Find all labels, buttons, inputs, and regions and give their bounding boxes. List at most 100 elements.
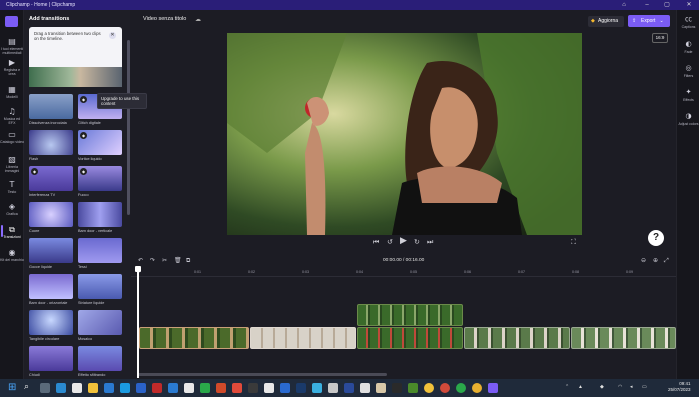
tray-icon[interactable]: ▲ [578, 384, 583, 390]
nav-item-transitions[interactable]: ⧉ Transizioni [0, 225, 24, 239]
forward-icon[interactable]: ↻ [414, 238, 420, 246]
search-icon[interactable]: ⌕ [24, 382, 29, 392]
app-icon[interactable] [200, 383, 210, 393]
app-icon[interactable] [312, 383, 322, 393]
timeline-scrollbar[interactable] [137, 373, 387, 376]
video-clip[interactable] [571, 327, 676, 349]
chrome-icon[interactable] [424, 383, 434, 393]
volume-icon[interactable]: ◂ [630, 384, 633, 390]
app-icon[interactable] [120, 383, 130, 393]
app-icon[interactable] [472, 383, 482, 393]
app-icon[interactable] [440, 383, 450, 393]
app-icon[interactable] [168, 383, 178, 393]
nav-item-fade[interactable]: ◐ Fade [677, 40, 699, 54]
wifi-icon[interactable]: ◠ [618, 384, 622, 390]
nav-item-record[interactable]: ▶ Registra e crea [0, 58, 24, 76]
app-icon[interactable] [280, 383, 290, 393]
play-icon[interactable]: ▶ [400, 236, 407, 246]
overlay-clip[interactable] [357, 304, 463, 326]
task-view-icon[interactable] [40, 383, 50, 393]
aspect-ratio-button[interactable]: 16:9 [652, 33, 668, 43]
minimize-icon[interactable]: – [640, 0, 654, 10]
app-icon[interactable] [328, 383, 338, 393]
video-clip[interactable] [139, 327, 249, 349]
transition-tile[interactable] [29, 94, 73, 119]
redo-icon[interactable]: ↷ [150, 257, 155, 264]
split-icon[interactable]: ✂ [162, 257, 167, 264]
video-clip[interactable] [464, 327, 570, 349]
app-icon[interactable] [360, 383, 370, 393]
video-clip[interactable] [357, 327, 463, 349]
video-preview[interactable] [227, 33, 582, 235]
file-explorer-icon[interactable] [88, 383, 98, 393]
app-icon[interactable] [216, 383, 226, 393]
app-icon[interactable] [344, 383, 354, 393]
nav-item-image-library[interactable]: ▧ Libreria immagini [0, 155, 24, 173]
fit-timeline-icon[interactable]: ⤢ [664, 257, 669, 265]
app-icon[interactable] [152, 383, 162, 393]
windows-start-icon[interactable]: ⊞ [8, 382, 16, 393]
skip-back-icon[interactable]: ⏮ [373, 238, 379, 247]
app-icon[interactable] [72, 383, 82, 393]
nav-item-graphics[interactable]: ◈ Grafica [0, 202, 24, 216]
system-clock[interactable]: 09:41 25/07/2023 [668, 381, 691, 393]
panel-scrollbar[interactable] [127, 40, 130, 215]
clipchamp-taskbar-icon[interactable] [488, 383, 498, 393]
app-icon[interactable] [136, 383, 146, 393]
video-clip[interactable] [250, 327, 356, 349]
app-icon[interactable] [56, 383, 66, 393]
nav-item-adjust-colors[interactable]: ◑ Adjust colors [677, 112, 699, 126]
app-icon[interactable] [184, 383, 194, 393]
transition-tile[interactable] [78, 274, 122, 299]
duplicate-icon[interactable]: ⧉ [186, 257, 190, 265]
skip-forward-icon[interactable]: ⏭ [427, 238, 433, 247]
app-icon[interactable] [456, 383, 466, 393]
rewind-icon[interactable]: ↺ [387, 238, 393, 246]
nav-item-text[interactable]: T Testo [0, 180, 24, 194]
close-icon[interactable]: ✕ [682, 0, 696, 10]
app-icon[interactable] [408, 383, 418, 393]
nav-item-effects[interactable]: ✦ Effects [677, 88, 699, 102]
tip-close-icon[interactable]: ✕ [109, 32, 116, 39]
timeline-ruler[interactable] [131, 268, 676, 277]
transition-tile[interactable] [29, 130, 73, 155]
delete-icon[interactable]: 🗑 [174, 257, 182, 264]
transition-tile[interactable] [29, 238, 73, 263]
app-icon[interactable] [264, 383, 274, 393]
nav-item-captions[interactable]: ㏄ Captions [677, 15, 699, 29]
app-icon[interactable] [376, 383, 386, 393]
app-icon[interactable] [104, 383, 114, 393]
tray-chevron-icon[interactable]: ⌃ [565, 384, 569, 390]
nav-item-brand-kit[interactable]: ◉ Kit del marchio [0, 248, 24, 262]
transition-tile[interactable] [29, 310, 73, 335]
transition-tile[interactable] [78, 346, 122, 371]
zoom-in-icon[interactable]: ⊕ [653, 257, 658, 264]
transition-tile[interactable] [78, 238, 122, 263]
app-icon[interactable] [232, 383, 242, 393]
app-icon[interactable] [392, 383, 402, 393]
maximize-icon[interactable]: ▢ [660, 0, 674, 10]
transition-tile[interactable] [29, 274, 73, 299]
help-button[interactable]: ? [648, 230, 664, 246]
nav-item-video-catalog[interactable]: ▭ Catalogo video [0, 130, 24, 144]
transition-tile[interactable] [29, 346, 73, 371]
nav-item-filters[interactable]: ◎ Filters [677, 64, 699, 78]
fullscreen-icon[interactable]: ⛶ [571, 238, 576, 247]
home-icon[interactable]: ⌂ [617, 0, 631, 10]
zoom-out-icon[interactable]: ⊖ [641, 257, 646, 264]
transition-tile[interactable] [78, 202, 122, 227]
nav-item-media[interactable]: ▤ I tuoi elementi multimediali [0, 37, 24, 55]
battery-icon[interactable]: ▭ [642, 384, 647, 390]
video-title[interactable]: Video senza titolo [143, 16, 186, 22]
transition-tile[interactable] [29, 202, 73, 227]
app-icon[interactable] [248, 383, 258, 393]
nav-item-templates[interactable]: ▦ Modelli [0, 85, 24, 99]
playhead[interactable] [135, 266, 141, 378]
upgrade-button[interactable]: ◆ Aggiorna [588, 16, 624, 27]
undo-icon[interactable]: ↶ [138, 257, 143, 264]
transition-tile[interactable] [78, 310, 122, 335]
nav-item-music[interactable]: ♫ Musica ed EFX [0, 107, 24, 125]
tray-icon[interactable]: ◆ [600, 384, 604, 390]
export-button[interactable]: ⇪ Export ⌄ [628, 15, 670, 27]
app-icon[interactable] [296, 383, 306, 393]
